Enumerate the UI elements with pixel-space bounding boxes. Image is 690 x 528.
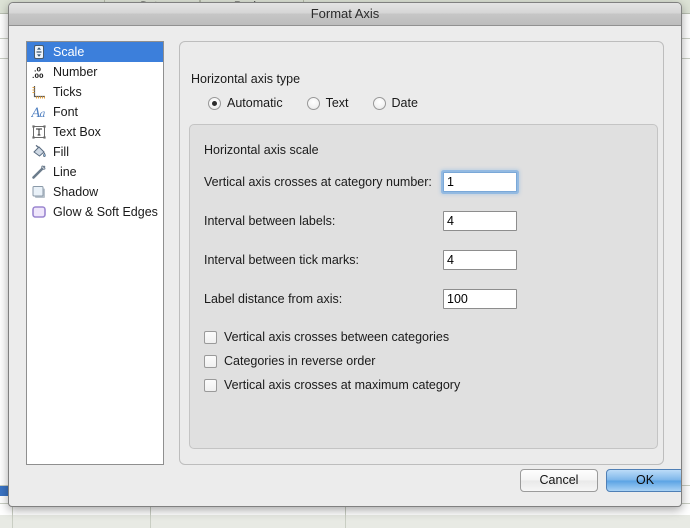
interval-between-tick-marks-input[interactable] xyxy=(443,250,517,270)
radio-text-label: Text xyxy=(326,96,349,110)
sidebar-item-number[interactable]: .0 .00 Number xyxy=(27,62,163,82)
number-icon: .0 .00 xyxy=(31,64,47,80)
axis-type-radio-group[interactable]: Automatic Text Date xyxy=(208,96,442,110)
radio-text-indicator[interactable] xyxy=(307,97,320,110)
cancel-button[interactable]: Cancel xyxy=(520,469,598,492)
sidebar-item-label: Scale xyxy=(53,45,84,59)
sidebar-item-label: Font xyxy=(53,105,78,119)
radio-text[interactable]: Text xyxy=(307,96,349,110)
checkbox-crosses-between-categories[interactable]: Vertical axis crosses between categories xyxy=(204,330,449,344)
svg-text:.00: .00 xyxy=(32,72,44,80)
checkbox-crosses-at-maximum-category[interactable]: Vertical axis crosses at maximum categor… xyxy=(204,378,460,392)
sidebar-item-text-box[interactable]: Text Box xyxy=(27,122,163,142)
ok-button[interactable]: OK xyxy=(606,469,682,492)
checkbox-indicator[interactable] xyxy=(204,331,217,344)
sidebar-item-label: Fill xyxy=(53,145,69,159)
interval-between-labels-input[interactable] xyxy=(443,211,517,231)
crosses-at-category-input[interactable] xyxy=(443,172,517,192)
checkbox-label: Categories in reverse order xyxy=(224,354,375,368)
sidebar-item-label: Number xyxy=(53,65,97,79)
sidebar-item-label: Ticks xyxy=(53,85,82,99)
field-label: Label distance from axis: xyxy=(204,292,342,306)
sidebar-item-label: Line xyxy=(53,165,77,179)
field-label: Interval between tick marks: xyxy=(204,253,359,267)
sidebar-item-font[interactable]: A a Font xyxy=(27,102,163,122)
radio-date[interactable]: Date xyxy=(373,96,418,110)
sidebar-item-label: Shadow xyxy=(53,185,98,199)
sidebar-item-scale[interactable]: Scale xyxy=(27,42,163,62)
checkbox-indicator[interactable] xyxy=(204,355,217,368)
radio-automatic[interactable]: Automatic xyxy=(208,96,283,110)
label-distance-from-axis-input[interactable] xyxy=(443,289,517,309)
glow-icon xyxy=(31,204,47,220)
radio-date-indicator[interactable] xyxy=(373,97,386,110)
svg-text:a: a xyxy=(40,109,46,120)
checkbox-indicator[interactable] xyxy=(204,379,217,392)
ticks-icon xyxy=(31,84,47,100)
field-row-interval-labels: Interval between labels: xyxy=(204,210,644,232)
axis-type-label: Horizontal axis type xyxy=(191,72,300,86)
line-icon xyxy=(31,164,47,180)
sidebar-item-glow-soft-edges[interactable]: Glow & Soft Edges xyxy=(27,202,163,222)
scale-icon xyxy=(31,44,47,60)
checkbox-categories-reverse-order[interactable]: Categories in reverse order xyxy=(204,354,375,368)
scale-settings-panel: Horizontal axis type Automatic Text Date… xyxy=(179,41,664,465)
horizontal-axis-scale-group: Horizontal axis scale Vertical axis cros… xyxy=(189,124,658,449)
group-title: Horizontal axis scale xyxy=(204,143,319,157)
checkbox-label: Vertical axis crosses between categories xyxy=(224,330,449,344)
field-row-label-distance: Label distance from axis: xyxy=(204,288,644,310)
dialog-footer: Cancel OK xyxy=(9,469,682,507)
sidebar-item-shadow[interactable]: Shadow xyxy=(27,182,163,202)
sidebar-item-ticks[interactable]: Ticks xyxy=(27,82,163,102)
sidebar-item-label: Text Box xyxy=(53,125,101,139)
field-row-interval-ticks: Interval between tick marks: xyxy=(204,249,644,271)
radio-automatic-indicator[interactable] xyxy=(208,97,221,110)
shadow-icon xyxy=(31,184,47,200)
format-axis-dialog: Format Axis Scale .0 .00 Number xyxy=(8,2,682,507)
field-row-crosses-at-category: Vertical axis crosses at category number… xyxy=(204,171,644,193)
dialog-title-bar[interactable]: Format Axis xyxy=(9,3,681,26)
sidebar-item-fill[interactable]: Fill xyxy=(27,142,163,162)
radio-date-label: Date xyxy=(392,96,418,110)
field-label: Interval between labels: xyxy=(204,214,335,228)
category-list[interactable]: Scale .0 .00 Number xyxy=(26,41,164,465)
fill-bucket-icon xyxy=(31,144,47,160)
sidebar-item-label: Glow & Soft Edges xyxy=(53,205,158,219)
field-label: Vertical axis crosses at category number… xyxy=(204,175,432,189)
sidebar-item-line[interactable]: Line xyxy=(27,162,163,182)
text-box-icon xyxy=(31,124,47,140)
font-icon: A a xyxy=(31,104,47,120)
checkbox-label: Vertical axis crosses at maximum categor… xyxy=(224,378,460,392)
dialog-title: Format Axis xyxy=(9,6,681,21)
radio-automatic-label: Automatic xyxy=(227,96,283,110)
